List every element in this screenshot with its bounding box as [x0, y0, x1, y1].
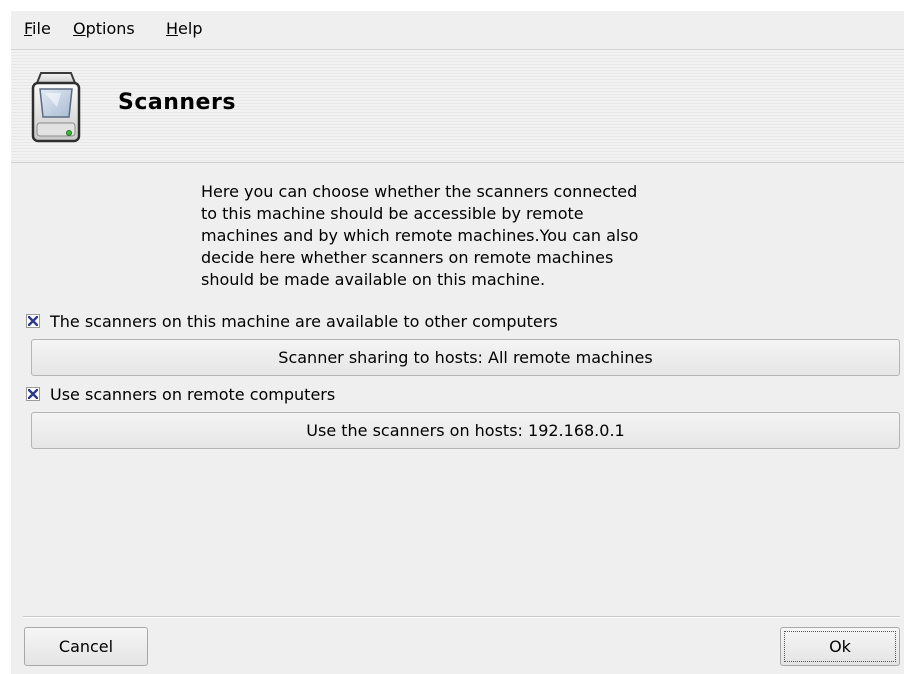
- sharing-checkbox-label: The scanners on this machine are availab…: [50, 311, 558, 331]
- menu-help[interactable]: Help: [166, 19, 202, 38]
- sharing-checkbox[interactable]: [26, 314, 40, 328]
- remote-checkbox-row[interactable]: Use scanners on remote computers: [26, 384, 335, 404]
- remote-checkbox[interactable]: [26, 387, 40, 401]
- page-title: Scanners: [118, 90, 236, 115]
- description-line: to this machine should be accessible by …: [201, 204, 584, 223]
- ok-button-label: Ok: [829, 637, 851, 656]
- sharing-hosts-button[interactable]: Scanner sharing to hosts: All remote mac…: [31, 339, 900, 376]
- ok-button[interactable]: Ok: [780, 627, 900, 666]
- description-line: decide here whether scanners on remote m…: [201, 248, 614, 267]
- menu-bar: File Options Help: [11, 11, 904, 50]
- scanner-settings-window: File Options Help Scanners Here you can …: [11, 11, 904, 674]
- menu-file[interactable]: File: [24, 19, 51, 38]
- page-header: Scanners: [11, 50, 904, 163]
- cancel-button[interactable]: Cancel: [24, 627, 148, 666]
- remote-checkbox-label: Use scanners on remote computers: [50, 384, 336, 404]
- remote-hosts-button[interactable]: Use the scanners on hosts: 192.168.0.1: [31, 412, 900, 449]
- scanner-icon: [27, 67, 93, 147]
- description-line: Here you can choose whether the scanners…: [201, 182, 638, 201]
- description-line: should be made available on this machine…: [201, 270, 546, 289]
- check-mark-icon: [28, 389, 38, 399]
- sharing-checkbox-row[interactable]: The scanners on this machine are availab…: [26, 311, 558, 331]
- description-text: Here you can choose whether the scanners…: [201, 181, 761, 291]
- menu-options[interactable]: Options: [73, 19, 135, 38]
- footer-divider: [23, 616, 900, 618]
- description-line: machines and by which remote machines.Yo…: [201, 226, 639, 245]
- check-mark-icon: [28, 316, 38, 326]
